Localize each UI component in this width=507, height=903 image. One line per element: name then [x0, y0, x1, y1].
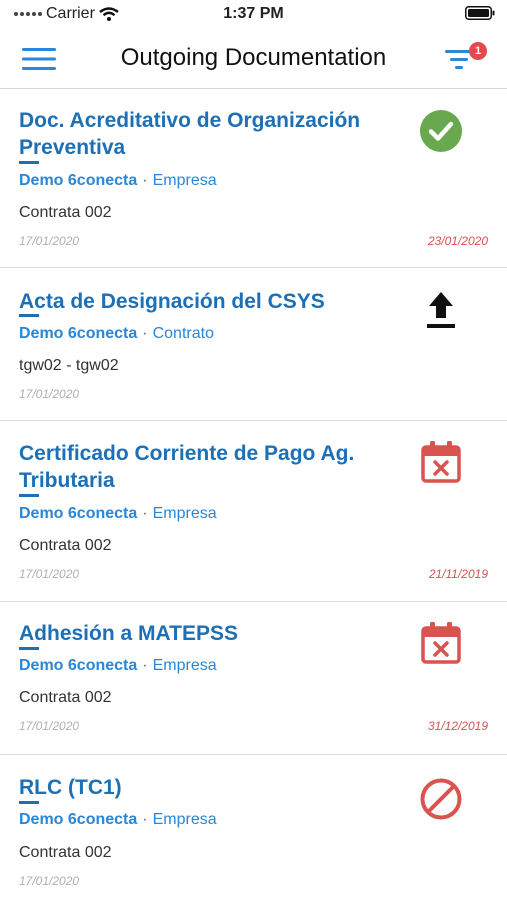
list-item[interactable]: Acta de Designación del CSYS Demo 6conec…: [0, 268, 507, 421]
type-label: Empresa: [152, 657, 217, 674]
date-created: 17/01/2020: [19, 387, 80, 401]
title-underline: [19, 161, 39, 164]
separator: ·: [142, 325, 148, 342]
list-item[interactable]: Certificado Corriente de Pago Ag. Tribut…: [0, 421, 507, 602]
type-label: Empresa: [152, 811, 217, 828]
separator: ·: [142, 657, 148, 674]
item-meta: Demo 6conecta · Empresa: [19, 505, 217, 523]
list-item[interactable]: Doc. Acreditativo de Organización Preven…: [0, 89, 507, 268]
company-label: Demo 6conecta: [19, 505, 138, 522]
list-item[interactable]: RLC (TC1) Demo 6conecta · Empresa Contrata…: [0, 755, 507, 903]
filter-button[interactable]: 1: [445, 42, 487, 78]
item-detail: Contrata 002: [19, 537, 112, 554]
list-item[interactable]: Adhesión a MATEPSS Demo 6conecta · Empresa…: [0, 602, 507, 755]
title-underline: [19, 647, 39, 650]
company-label: Demo 6conecta: [19, 172, 138, 189]
date-due: 31/12/2019: [427, 719, 488, 733]
title-underline: [19, 801, 39, 804]
item-meta: Demo 6conecta · Empresa: [19, 172, 217, 190]
item-detail: tgw02 - tgw02: [19, 357, 119, 374]
item-detail: Contrata 002: [19, 204, 112, 221]
separator: ·: [142, 811, 148, 828]
page-title: Outgoing Documentation: [120, 44, 387, 71]
title-underline: [19, 494, 39, 497]
item-title: RLC (TC1): [19, 776, 122, 799]
check-circle-icon[interactable]: [419, 109, 463, 153]
separator: ·: [142, 505, 148, 522]
date-created: 17/01/2020: [19, 719, 80, 733]
item-title: Adhesión a MATEPSS: [19, 622, 238, 645]
separator: ·: [142, 172, 148, 189]
item-meta: Demo 6conecta · Empresa: [19, 657, 217, 675]
battery-icon: [465, 6, 495, 25]
document-list: Doc. Acreditativo de Organización Preven…: [0, 89, 507, 903]
item-meta: Demo 6conecta · Empresa: [19, 811, 217, 829]
blocked-icon[interactable]: [419, 777, 463, 821]
company-label: Demo 6conecta: [19, 657, 138, 674]
upload-icon[interactable]: [419, 288, 463, 332]
date-created: 17/01/2020: [19, 234, 80, 248]
company-label: Demo 6conecta: [19, 325, 138, 342]
type-label: Empresa: [152, 172, 217, 189]
company-label: Demo 6conecta: [19, 811, 138, 828]
type-label: Contrato: [152, 325, 214, 342]
filter-badge: 1: [469, 42, 487, 60]
title-underline: [19, 314, 39, 317]
item-detail: Contrata 002: [19, 689, 112, 706]
calendar-expired-icon[interactable]: [419, 440, 463, 484]
item-title: Acta de Designación del CSYS: [19, 290, 325, 313]
item-detail: Contrata 002: [19, 844, 112, 861]
status-bar: Carrier 1:37 PM: [0, 0, 507, 30]
nav-bar: Outgoing Documentation 1: [0, 30, 507, 89]
status-time: 1:37 PM: [223, 5, 284, 22]
calendar-expired-icon[interactable]: [419, 621, 463, 665]
type-label: Empresa: [152, 505, 217, 522]
date-created: 17/01/2020: [19, 567, 80, 581]
date-due: 23/01/2020: [427, 234, 488, 248]
date-due: 21/11/2019: [428, 567, 488, 581]
date-created: 17/01/2020: [19, 874, 80, 888]
item-meta: Demo 6conecta · Contrato: [19, 325, 214, 343]
